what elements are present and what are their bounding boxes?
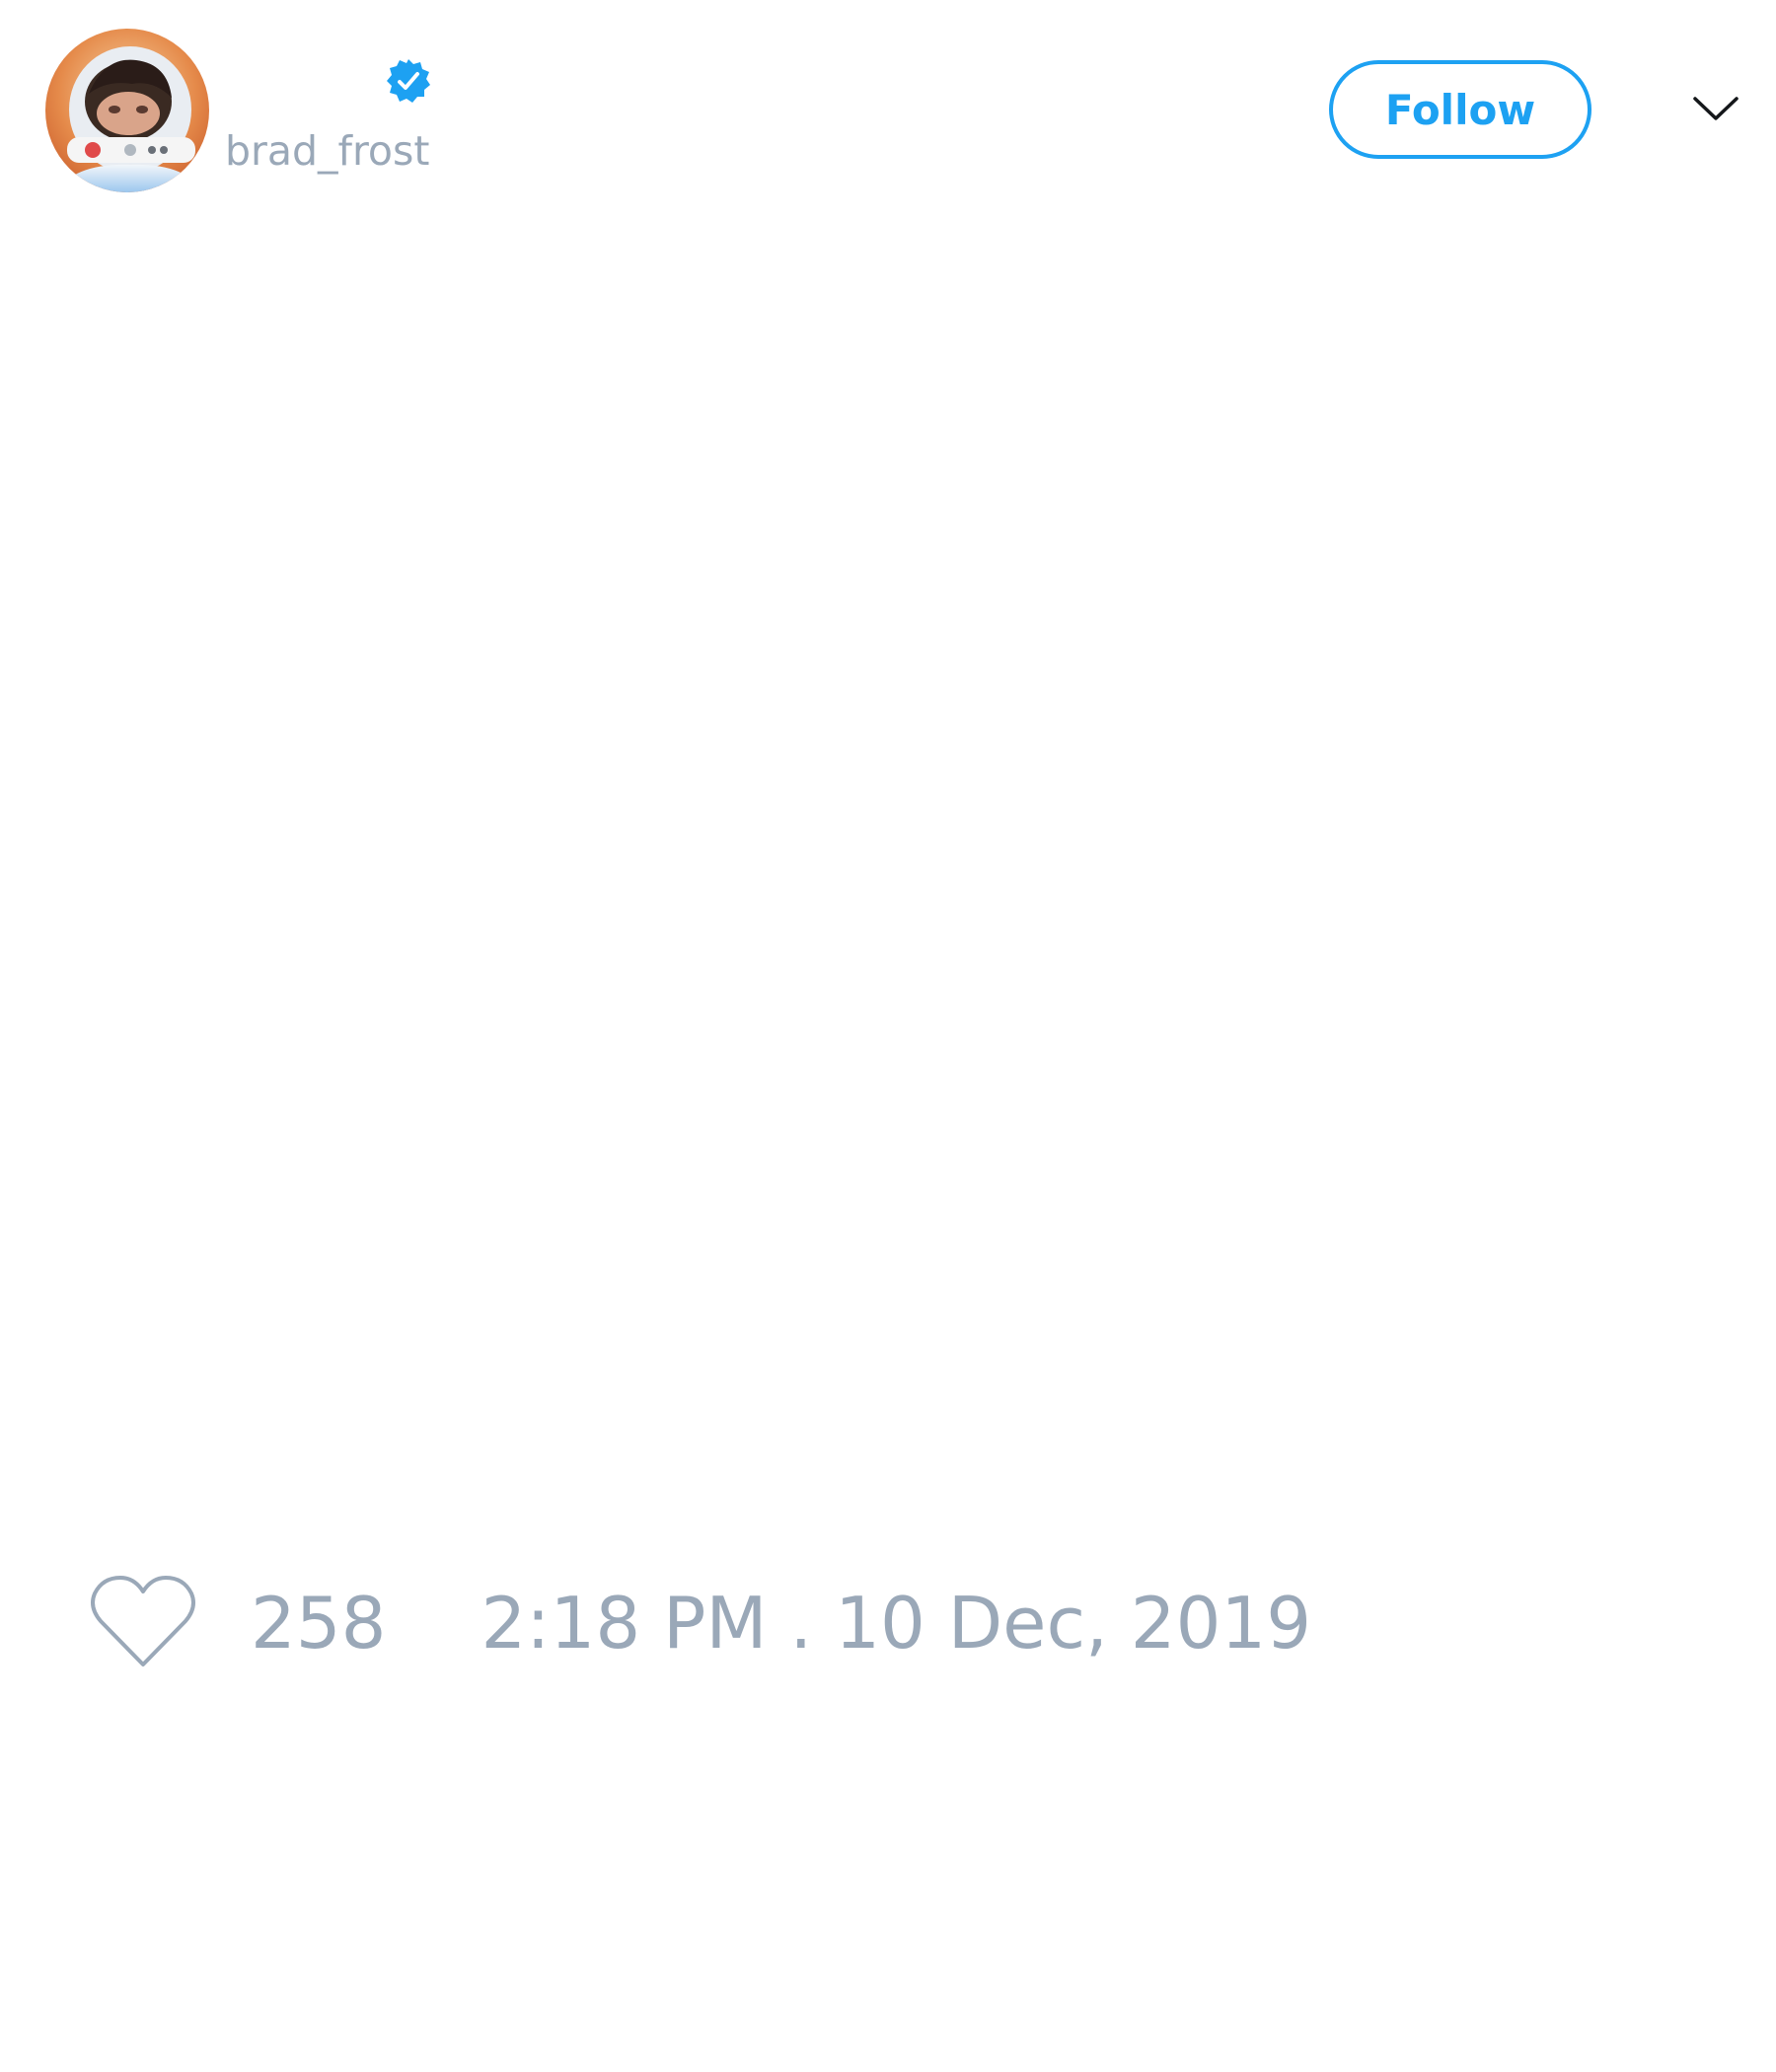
heart-icon[interactable]: [89, 1574, 197, 1672]
avatar[interactable]: [45, 29, 209, 192]
avatar-image: [45, 29, 209, 192]
tweet-footer: 258 2:18 PM . 10 Dec, 2019: [89, 1569, 1311, 1677]
follow-button[interactable]: Follow: [1329, 60, 1591, 159]
display-name[interactable]: [225, 59, 373, 107]
verified-badge-icon: [385, 57, 432, 105]
tweet-timestamp[interactable]: 2:18 PM . 10 Dec, 2019: [481, 1579, 1311, 1667]
like-count: 258: [251, 1582, 387, 1665]
user-handle[interactable]: brad_frost: [225, 126, 429, 176]
tweet-body: [45, 227, 1723, 1510]
tweet-card: brad_frost Follow 258 2:18 PM . 10 Dec, …: [0, 0, 1776, 2072]
chevron-down-icon[interactable]: [1691, 89, 1740, 128]
